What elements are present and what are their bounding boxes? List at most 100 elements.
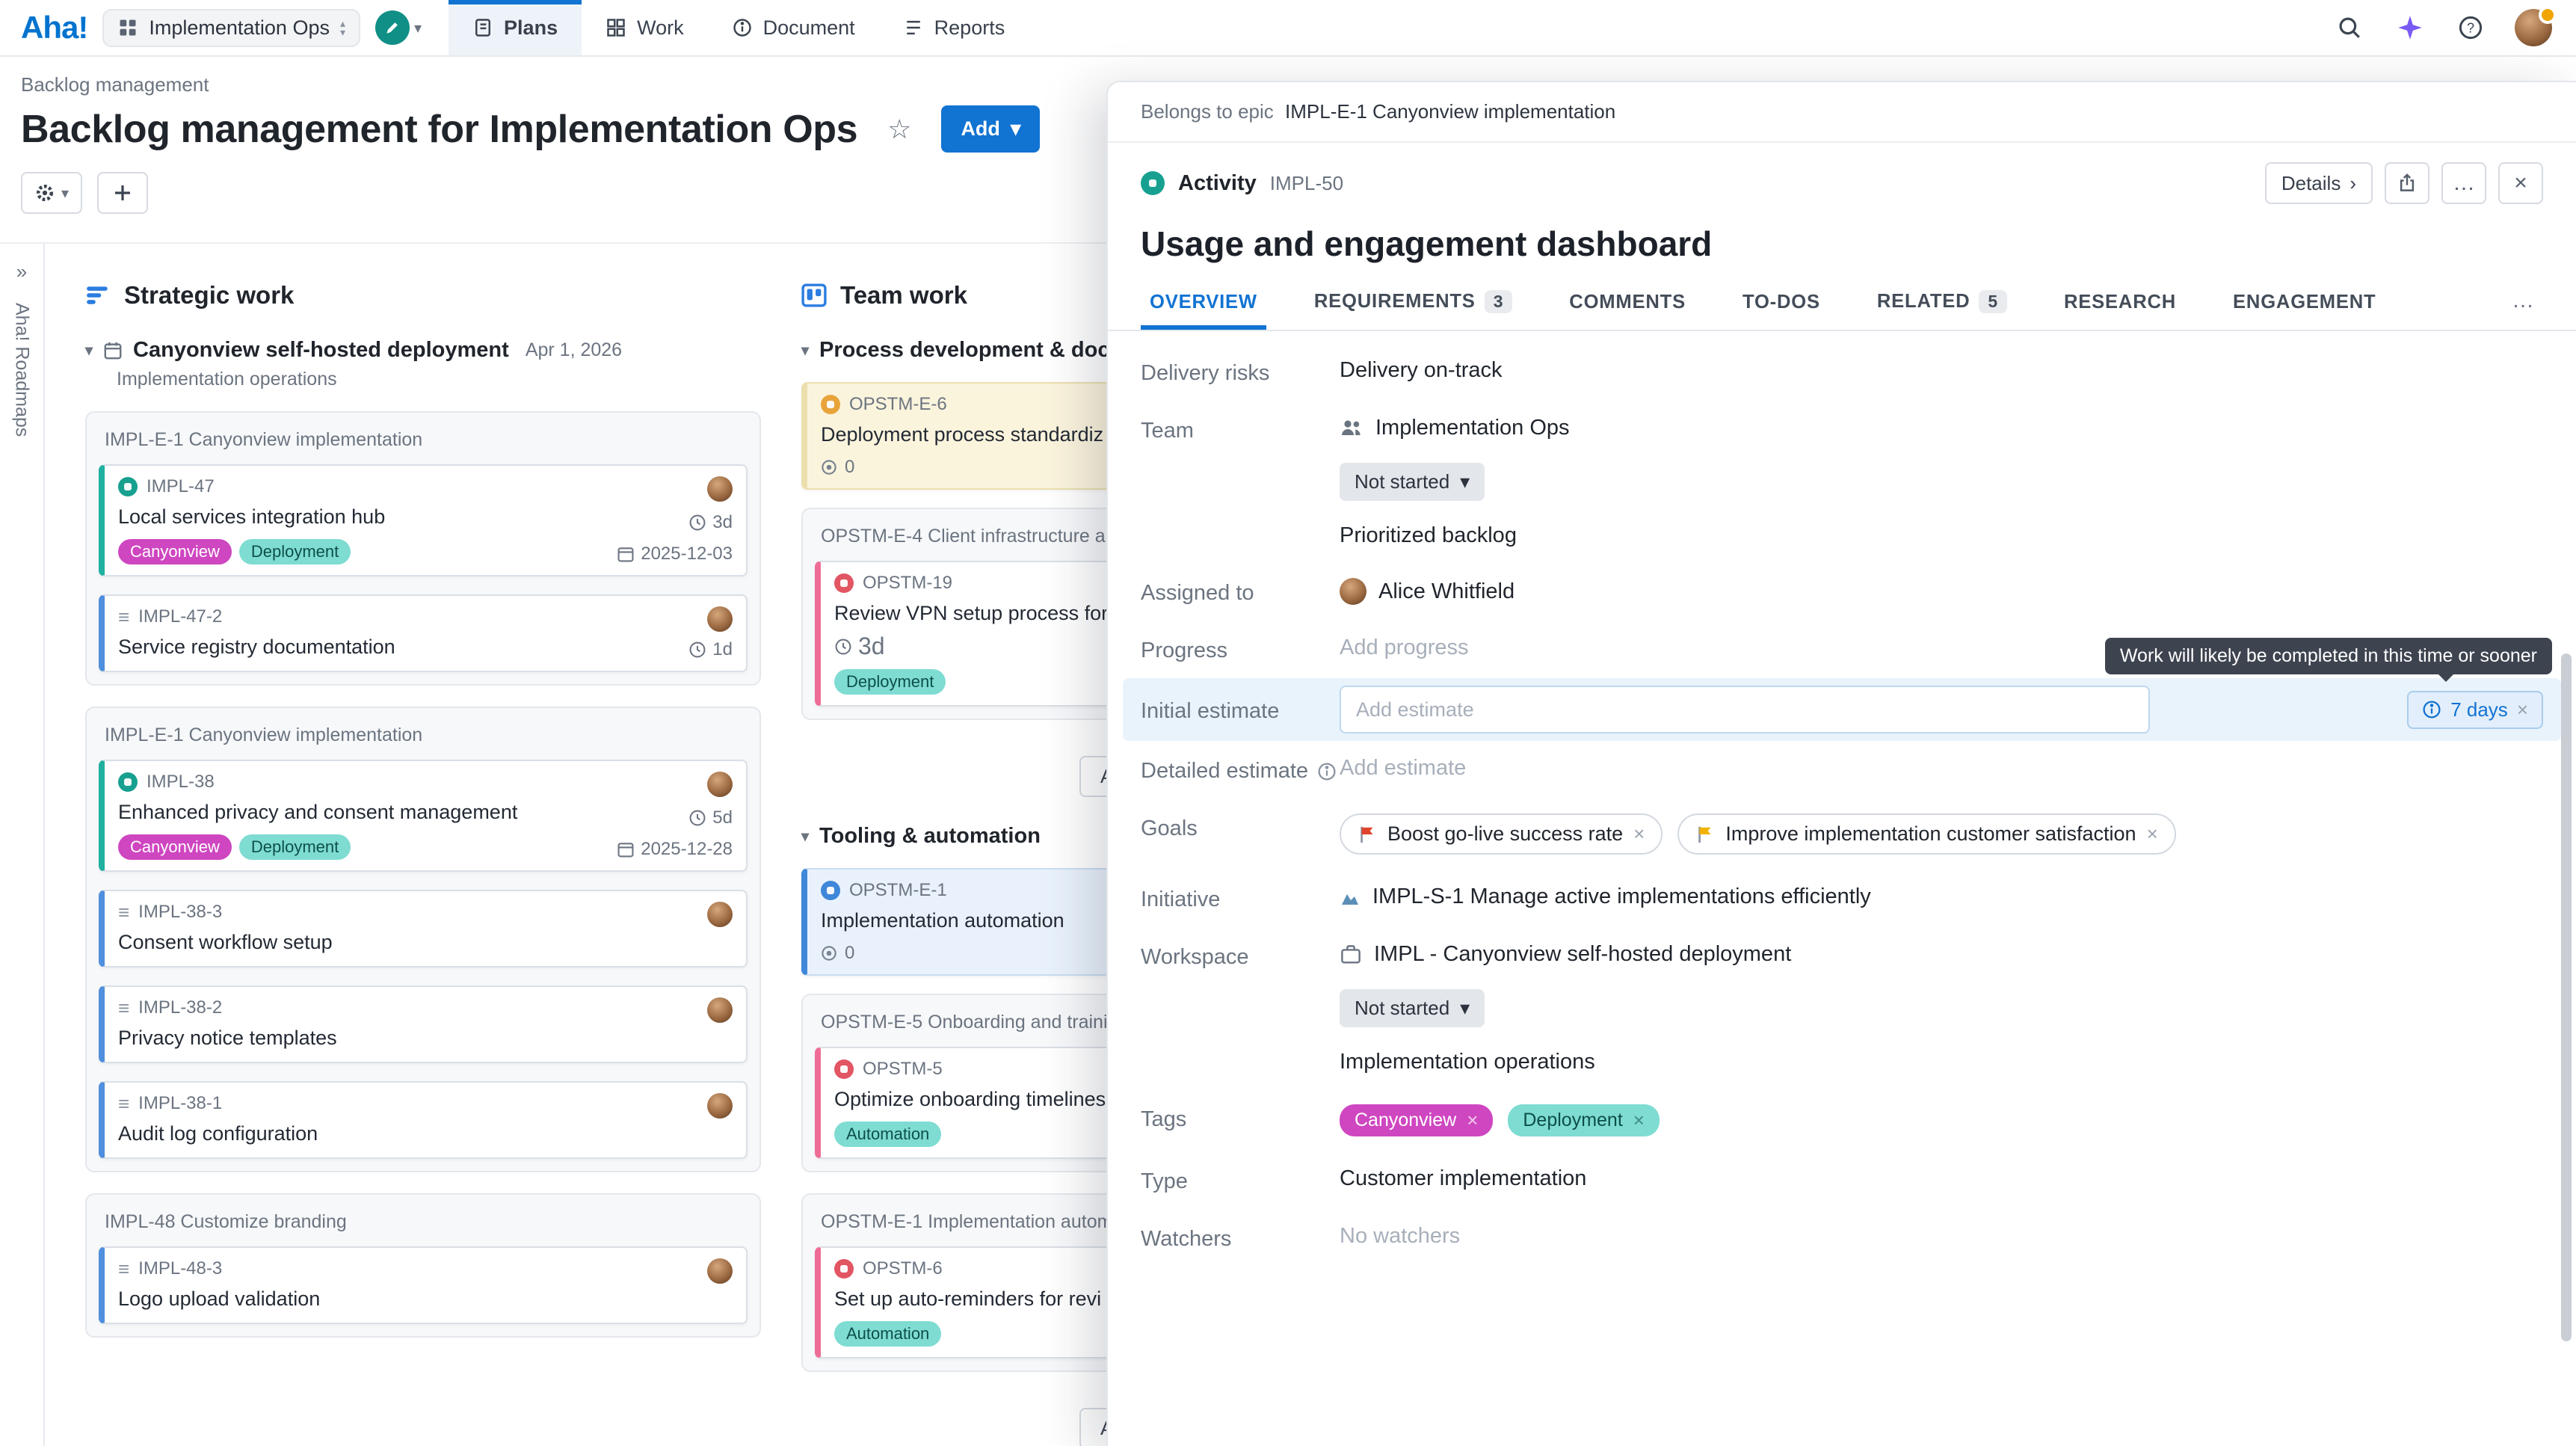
epic-group-header[interactable]: IMPL-48 Customize branding	[99, 1207, 748, 1246]
field-assigned-to: Assigned to Alice Whitfield	[1141, 563, 2543, 621]
card-id: IMPL-38-2	[138, 997, 222, 1018]
tabs-more-icon[interactable]: …	[2503, 286, 2543, 330]
chevron-down-icon[interactable]: ▾	[85, 341, 93, 360]
tab-requirements[interactable]: REQUIREMENTS3	[1305, 289, 1521, 330]
tag-pill-deployment[interactable]: Deployment×	[1508, 1104, 1660, 1136]
remove-goal-icon[interactable]: ×	[2147, 822, 2158, 846]
card-impl-48-3[interactable]: ≡IMPL-48-3 Logo upload validation	[99, 1246, 748, 1324]
add-panel-button[interactable]	[97, 172, 148, 214]
settings-button[interactable]: ▾	[21, 172, 82, 214]
due-date: 2025-12-28	[641, 839, 733, 860]
assignee-name[interactable]: Alice Whitfield	[1378, 579, 1515, 604]
card-impl-38[interactable]: IMPL-38 Enhanced privacy and consent man…	[99, 760, 748, 872]
epic-group-header[interactable]: IMPL-E-1 Canyonview implementation	[99, 425, 748, 464]
search-icon[interactable]	[2334, 12, 2365, 43]
initiative-value[interactable]: IMPL-S-1 Manage active implementations e…	[1372, 884, 1871, 909]
field-label: Goals	[1141, 813, 1340, 841]
type-value[interactable]: Customer implementation	[1340, 1166, 1586, 1191]
tab-engagement[interactable]: ENGAGEMENT	[2224, 290, 2385, 330]
release-name: Canyonview self-hosted deployment	[133, 338, 509, 363]
workspace-status-badge[interactable]: Not started ▾	[1340, 989, 1485, 1027]
share-button[interactable]	[2385, 162, 2429, 204]
details-button[interactable]: Details ›	[2265, 162, 2373, 204]
section-title: Process development & docum	[819, 338, 1142, 363]
chevron-down-icon[interactable]: ▾	[801, 827, 809, 846]
goal-count: 0	[845, 943, 854, 964]
chevron-down-icon: ▾	[61, 184, 69, 203]
work-icon	[606, 17, 626, 38]
nav-tabs: Plans Work Document Reports	[449, 0, 1029, 55]
epic-link[interactable]: IMPL-E-1 Canyonview implementation	[1285, 100, 1615, 123]
chevron-down-icon: ▾	[414, 19, 422, 37]
drawer-scrollbar[interactable]	[2561, 653, 2572, 1341]
tab-work[interactable]: Work	[582, 0, 708, 55]
tab-plans[interactable]: Plans	[449, 0, 582, 55]
tab-reports[interactable]: Reports	[879, 0, 1029, 55]
tab-comments[interactable]: COMMENTS	[1560, 290, 1695, 330]
initial-estimate-input[interactable]	[1340, 686, 2150, 733]
remove-estimate-icon[interactable]: ×	[2517, 698, 2528, 722]
team-work-icon	[801, 283, 827, 308]
field-label: Assigned to	[1141, 578, 1340, 606]
drawer-header: Activity IMPL-50 Details › … ×	[1108, 143, 2576, 204]
remove-goal-icon[interactable]: ×	[1633, 822, 1645, 846]
info-icon	[2422, 700, 2441, 719]
document-icon	[732, 17, 753, 38]
card-impl-38-2[interactable]: ≡IMPL-38-2 Privacy notice templates	[99, 985, 748, 1063]
card-impl-38-3[interactable]: ≡IMPL-38-3 Consent workflow setup	[99, 890, 748, 967]
tag-pill-canyonview[interactable]: Canyonview×	[1340, 1104, 1493, 1136]
avatar	[707, 902, 733, 927]
yellow-flag-icon	[1695, 825, 1715, 844]
tab-related[interactable]: RELATED5	[1868, 289, 2016, 330]
card-id: IMPL-38-1	[138, 1093, 222, 1114]
tag-deployment: Deployment	[834, 669, 946, 695]
workspace-selector[interactable]: Implementation Ops ▴▾	[102, 9, 360, 47]
notebook-selector[interactable]: ▾	[375, 10, 422, 45]
card-title: Logo upload validation	[118, 1285, 695, 1312]
sparkle-ai-icon[interactable]	[2394, 11, 2426, 44]
team-value[interactable]: Implementation Ops	[1375, 416, 1570, 440]
detailed-estimate-placeholder[interactable]: Add estimate	[1340, 756, 1466, 781]
workspace-sub-value[interactable]: Implementation operations	[1340, 1050, 1595, 1074]
epic-icon	[821, 395, 840, 414]
plans-icon	[472, 17, 493, 38]
epic-group-header[interactable]: IMPL-E-1 Canyonview implementation	[99, 720, 748, 760]
tab-research[interactable]: RESEARCH	[2055, 290, 2185, 330]
team-backlog-value[interactable]: Prioritized backlog	[1340, 523, 1517, 548]
tag-deployment: Deployment	[239, 834, 351, 860]
tab-document[interactable]: Document	[708, 0, 879, 55]
field-team: Team Implementation Ops Not started ▾ Pr…	[1141, 401, 2543, 563]
chevron-down-icon[interactable]: ▾	[801, 341, 809, 360]
release-row[interactable]: ▾ Canyonview self-hosted deployment Apr …	[85, 338, 761, 363]
nav-right: ?	[2334, 9, 2552, 46]
remove-tag-icon[interactable]: ×	[1633, 1109, 1645, 1132]
card-title: Local services integration hub	[118, 503, 605, 530]
more-button[interactable]: …	[2441, 162, 2486, 204]
add-button[interactable]: Add ▾	[941, 105, 1040, 153]
tag-canyonview: Canyonview	[118, 539, 232, 564]
workspace-value[interactable]: IMPL - Canyonview self-hosted deployment	[1374, 942, 1791, 967]
card-impl-47-2[interactable]: ≡IMPL-47-2 Service registry documentatio…	[99, 594, 748, 672]
estimate-suggestion-badge[interactable]: 7 days ×	[2407, 691, 2543, 729]
close-button[interactable]: ×	[2498, 162, 2543, 204]
estimate: 1d	[712, 639, 733, 660]
tab-overview[interactable]: OVERVIEW	[1141, 290, 1266, 330]
progress-placeholder[interactable]: Add progress	[1340, 636, 1469, 660]
goal-pill-1[interactable]: Boost go-live success rate ×	[1340, 813, 1663, 855]
tag-automation: Automation	[834, 1321, 941, 1347]
goal-pill-2[interactable]: Improve implementation customer satisfac…	[1677, 813, 2175, 855]
tab-todos[interactable]: TO-DOS	[1734, 290, 1829, 330]
card-impl-38-1[interactable]: ≡IMPL-38-1 Audit log configuration	[99, 1081, 748, 1159]
reports-icon	[903, 17, 924, 38]
card-id: IMPL-47-2	[138, 606, 222, 627]
team-status-badge[interactable]: Not started ▾	[1340, 463, 1485, 501]
card-impl-47[interactable]: IMPL-47 Local services integration hub C…	[99, 464, 748, 576]
favorite-star-icon[interactable]: ☆	[878, 112, 920, 147]
help-icon[interactable]: ?	[2455, 12, 2486, 43]
remove-tag-icon[interactable]: ×	[1467, 1109, 1478, 1132]
user-avatar[interactable]	[2515, 9, 2552, 46]
watchers-placeholder[interactable]: No watchers	[1340, 1224, 1460, 1249]
field-initiative: Initiative IMPL-S-1 Manage active implem…	[1141, 870, 2543, 927]
delivery-risks-value[interactable]: Delivery on-track	[1340, 358, 1503, 383]
expand-sidebar-icon[interactable]: »	[7, 259, 36, 285]
